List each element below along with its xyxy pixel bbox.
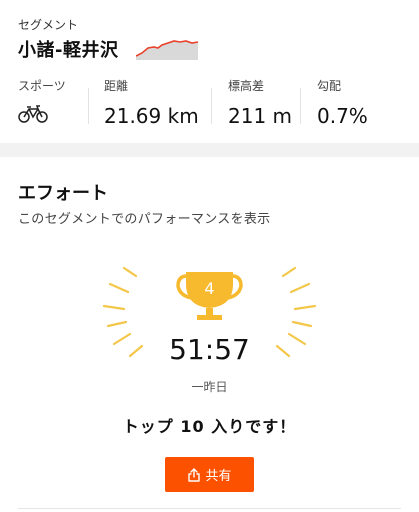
share-button[interactable]: 共有: [165, 457, 254, 492]
stat-grade-value: 0.7%: [317, 104, 368, 128]
section-separator: [0, 143, 419, 157]
share-icon: [188, 467, 201, 482]
stat-sport: スポーツ: [18, 77, 66, 127]
stat-elevation-label: 標高差: [228, 79, 265, 93]
segment-name: 小諸-軽井沢: [18, 40, 119, 61]
achievement-message: トップ 10 入りです！: [122, 417, 297, 436]
stat-elevation-value: 211 m: [228, 104, 293, 128]
segment-label: セグメント: [18, 18, 79, 32]
segment-card: セグメント 小諸-軽井沢 スポーツ 距離 21.69 km 標高差 211 m …: [0, 0, 419, 143]
stat-grade: 勾配 0.7%: [317, 77, 368, 128]
trophy-rank: 4: [204, 279, 214, 298]
effort-time: 51:57: [169, 333, 250, 366]
effort-title: エフォート: [18, 183, 108, 204]
effort-subtitle: このセグメントでのパフォーマンスを表示: [18, 212, 271, 227]
stat-divider: [211, 88, 212, 124]
stat-distance: 距離 21.69 km: [104, 77, 199, 128]
bicycle-icon: [18, 105, 48, 123]
stat-divider: [300, 88, 301, 124]
stat-elevation: 標高差 211 m: [228, 77, 293, 128]
effort-date: 一昨日: [191, 380, 228, 394]
share-button-label: 共有: [205, 469, 232, 484]
stat-distance-label: 距離: [104, 79, 129, 93]
stat-divider: [88, 88, 89, 124]
bottom-divider: [18, 508, 401, 509]
stat-sport-label: スポーツ: [18, 79, 66, 93]
elevation-profile-thumbnail: [136, 40, 198, 60]
stat-distance-value: 21.69 km: [104, 104, 199, 128]
stat-grade-label: 勾配: [317, 79, 342, 93]
